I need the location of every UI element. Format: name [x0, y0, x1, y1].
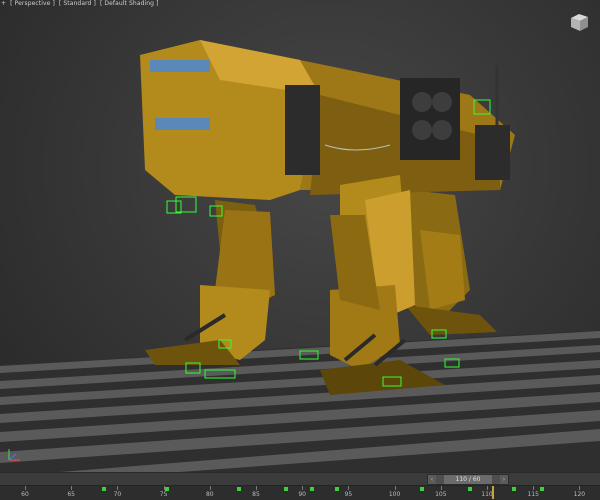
viewport-shading-mode[interactable]: [ Standard ] [59, 0, 96, 7]
trackbar-tick-label: 120 [573, 491, 586, 498]
trackbar-tick-label: 95 [344, 491, 353, 498]
trackbar-tick-label: 100 [388, 491, 401, 498]
mech-body [140, 40, 515, 200]
trackbar[interactable]: 60 65 70 75 80 85 90 95 100 105 110 115 120 [0, 485, 600, 500]
trackbar-tick [348, 486, 350, 490]
time-slider-thumb[interactable]: 110 / 60 [444, 475, 492, 484]
trackbar-tick-label: 75 [159, 491, 168, 498]
trackbar-tick [209, 486, 211, 490]
trackbar-tick-label: 80 [205, 491, 214, 498]
trackbar-tick [579, 486, 581, 490]
keyframe-marker[interactable] [237, 487, 241, 491]
trackbar-tick-label: 105 [435, 491, 447, 498]
viewport-label[interactable]: + [ Perspective ] [ Standard ] [ Default… [1, 0, 161, 7]
trackbar-tick-label: 70 [113, 491, 122, 498]
trackbar-tick-label: 60 [21, 491, 29, 498]
trackbar-tick [533, 486, 535, 490]
trackbar-tick [487, 486, 488, 490]
trackbar-tick-label: 110 [481, 491, 493, 498]
keyframe-marker[interactable] [310, 487, 314, 491]
trackbar-tick [117, 486, 119, 490]
time-slider-bar: ‹ 110 / 60 › 0 6065707580859095100105110… [0, 472, 600, 500]
time-cursor[interactable] [492, 486, 494, 499]
keyframe-marker[interactable] [512, 487, 516, 491]
axis-gizmo-icon [8, 449, 20, 461]
trackbar-tick [256, 486, 257, 490]
trackbar-tick-label: 65 [67, 491, 76, 498]
viewport-menu-plus[interactable]: + [1, 0, 6, 7]
trackbar-tick [25, 486, 26, 490]
keyframe-marker[interactable] [284, 487, 288, 491]
keyframe-marker[interactable] [468, 487, 472, 491]
time-slider[interactable]: ‹ 110 / 60 › [427, 474, 509, 485]
trackbar-tick [440, 486, 442, 490]
trackbar-tick [302, 486, 304, 490]
keyframe-marker[interactable] [165, 487, 169, 491]
keyframe-marker[interactable] [102, 487, 106, 491]
keyframe-marker[interactable] [420, 487, 424, 491]
3d-viewport[interactable]: + [ Perspective ] [ Standard ] [ Default… [0, 0, 600, 472]
chevron-right-icon[interactable]: › [500, 475, 508, 484]
trackbar-tick-label: 115 [527, 491, 539, 498]
chevron-left-icon[interactable]: ‹ [428, 475, 436, 484]
keyframe-marker[interactable] [540, 487, 544, 491]
trackbar-tick [71, 486, 73, 490]
trackbar-tick-label: 90 [298, 491, 307, 498]
viewport-point-of-view[interactable]: [ Perspective ] [10, 0, 55, 7]
viewcube-icon[interactable] [568, 12, 590, 32]
trackbar-tick-label: 85 [252, 491, 260, 498]
viewport-display-style[interactable]: [ Default Shading ] [100, 0, 159, 7]
trackbar-tick [394, 486, 396, 490]
scene-render [0, 40, 600, 472]
keyframe-marker[interactable] [335, 487, 339, 491]
